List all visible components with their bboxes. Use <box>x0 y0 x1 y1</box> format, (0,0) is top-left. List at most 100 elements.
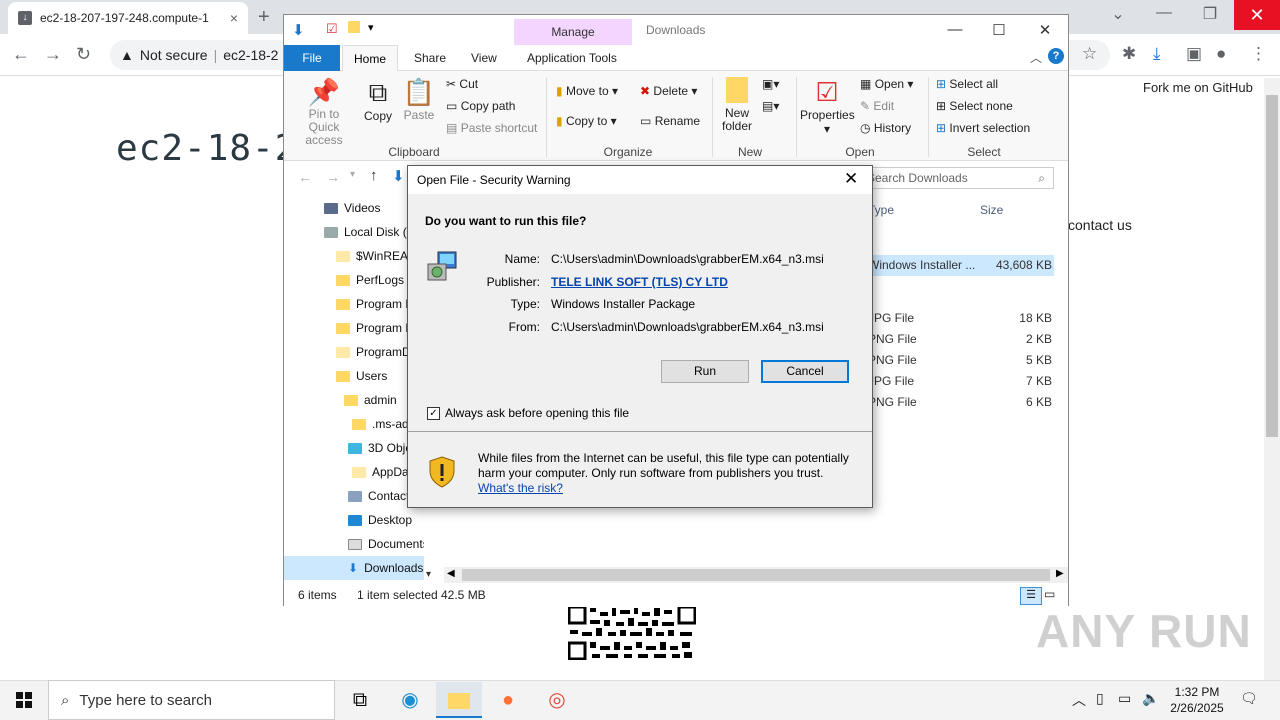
tab-share[interactable]: Share <box>414 51 446 65</box>
close-browser-button[interactable]: ✕ <box>1234 0 1280 30</box>
delete-button[interactable]: ✖ Delete ▾ <box>640 84 697 98</box>
tree-item-downloads[interactable]: ⬇ Downloads <box>284 556 424 580</box>
always-ask-checkbox[interactable]: ✓ Always ask before opening this file <box>427 406 629 420</box>
tree-item-program-files[interactable]: Program Files <box>284 292 424 316</box>
tray-device-icon[interactable]: ▯ <box>1096 690 1104 707</box>
ribbon-collapse-icon[interactable]: ︿ <box>1030 49 1042 66</box>
clock[interactable]: 1:32 PM 2/26/2025 <box>1162 684 1232 716</box>
notifications-icon[interactable]: 🗨 <box>1240 690 1258 707</box>
tab-file[interactable]: File <box>284 45 340 71</box>
tab-application-tools[interactable]: Application Tools <box>527 51 617 65</box>
whats-the-risk-link[interactable]: What's the risk? <box>478 481 563 495</box>
taskbar-search-box[interactable]: ⌕ Type here to search <box>48 680 335 720</box>
file-row[interactable]: PNG File 6 KB <box>864 392 1054 413</box>
bookmark-star-icon[interactable]: ☆ <box>1082 44 1097 64</box>
tree-item-local-disk[interactable]: Local Disk (C:) <box>284 220 424 244</box>
open-button[interactable]: ▦ Open ▾ <box>860 77 913 91</box>
rename-button[interactable]: ▭ Rename <box>640 114 700 128</box>
explorer-maximize-button[interactable]: ☐ <box>976 21 1022 39</box>
tab-home[interactable]: Home <box>342 45 398 72</box>
warning-icon[interactable]: ▲ <box>120 47 134 63</box>
edit-button[interactable]: ✎ Edit <box>860 99 894 113</box>
file-explorer-taskbar-icon[interactable] <box>436 682 482 718</box>
new-folder-button[interactable]: New folder <box>718 77 756 133</box>
file-row[interactable]: PNG File 2 KB <box>864 329 1054 350</box>
help-icon[interactable]: ? <box>1048 48 1064 64</box>
copy-to-button[interactable]: ▮ Copy to ▾ <box>556 114 617 128</box>
cut-button[interactable]: ✂ Cut <box>446 77 478 91</box>
details-view-icon[interactable]: ☰ <box>1020 587 1042 605</box>
firefox-icon[interactable]: ● <box>485 682 531 718</box>
tab-view[interactable]: View <box>471 51 497 65</box>
tree-item-program-files-x86[interactable]: Program Files (x86) <box>284 316 424 340</box>
large-icons-view-icon[interactable]: ▭ <box>1044 587 1055 601</box>
tree-item-programdata[interactable]: ProgramData <box>284 340 424 364</box>
horizontal-scrollbar-thumb[interactable] <box>462 569 1050 581</box>
run-button[interactable]: Run <box>661 360 749 383</box>
edge-icon[interactable]: ◉ <box>387 682 433 718</box>
task-view-icon[interactable]: ⧉ <box>337 682 383 718</box>
tree-item-contacts[interactable]: Contacts <box>284 484 424 508</box>
reload-icon[interactable]: ↻ <box>76 44 91 65</box>
windows-start-icon[interactable] <box>0 680 48 720</box>
minimize-button[interactable]: — <box>1141 4 1187 22</box>
tree-item-winreagent[interactable]: $WinREAgent <box>284 244 424 268</box>
new-tab-button[interactable]: + <box>258 6 270 29</box>
contact-link[interactable]: contact us <box>1068 217 1132 233</box>
quick-access-dropdown-icon[interactable]: ▾ <box>368 21 374 34</box>
file-row[interactable]: Windows Installer ... 43,608 KB <box>864 255 1054 276</box>
restore-button[interactable]: ❐ <box>1187 4 1233 24</box>
folder-quick-icon[interactable] <box>348 21 360 33</box>
paste-shortcut-button[interactable]: ▤ Paste shortcut <box>446 121 537 135</box>
tree-item-perflogs[interactable]: PerfLogs <box>284 268 424 292</box>
select-none-button[interactable]: ⊞ Select none <box>936 99 1013 113</box>
tree-item-desktop[interactable]: Desktop <box>284 508 424 532</box>
explorer-close-button[interactable]: ✕ <box>1022 21 1068 39</box>
tab-search-icon[interactable]: ⌄ <box>1095 4 1141 24</box>
dialog-close-icon[interactable]: ✕ <box>844 169 858 189</box>
volume-icon[interactable]: 🔈 <box>1142 690 1159 707</box>
explorer-forward-icon[interactable]: → <box>326 169 340 185</box>
up-icon[interactable]: ↑ <box>370 167 378 184</box>
manage-tab[interactable]: Manage <box>514 19 632 43</box>
explorer-search-input[interactable]: Search Downloads ⌕ <box>858 167 1054 189</box>
pin-quick-access-button[interactable]: 📌 Pin to Quick access <box>292 77 356 147</box>
publisher-link[interactable]: TELE LINK SOFT (TLS) CY LTD <box>551 275 728 289</box>
file-row[interactable]: PNG File 5 KB <box>864 350 1054 371</box>
profile-icon[interactable]: ● <box>1216 44 1226 64</box>
side-panel-icon[interactable]: ▣ <box>1186 44 1202 64</box>
explorer-back-icon[interactable]: ← <box>298 169 312 185</box>
tree-item-admin[interactable]: admin <box>284 388 424 412</box>
invert-selection-button[interactable]: ⊞ Invert selection <box>936 121 1030 135</box>
new-item-icon[interactable]: ▣▾ <box>762 77 779 91</box>
paste-button[interactable]: 📋 Paste <box>402 77 436 122</box>
cancel-button[interactable]: Cancel <box>761 360 849 383</box>
chrome-icon[interactable]: ◎ <box>534 682 580 718</box>
properties-quick-icon[interactable]: ☑ <box>326 21 338 37</box>
properties-button[interactable]: ☑ Properties ▾ <box>800 77 855 136</box>
history-button[interactable]: ◷ History <box>860 121 911 135</box>
downloads-icon[interactable]: ⤓ <box>1153 44 1161 64</box>
tree-item-documents[interactable]: Documents <box>284 532 424 556</box>
file-row[interactable]: JPG File 7 KB <box>864 371 1054 392</box>
explorer-minimize-button[interactable]: — <box>932 21 978 38</box>
copy-path-button[interactable]: ▭ Copy path <box>446 99 515 113</box>
easy-access-icon[interactable]: ▤▾ <box>762 99 779 113</box>
select-all-button[interactable]: ⊞ Select all <box>936 77 998 91</box>
github-link[interactable]: Fork me on GitHub <box>1143 80 1253 95</box>
tab-close-icon[interactable]: × <box>230 10 238 26</box>
network-icon[interactable]: ▭ <box>1118 690 1131 707</box>
tree-item-3d-objects[interactable]: 3D Objects <box>284 436 424 460</box>
tree-item-users[interactable]: Users <box>284 364 424 388</box>
nav-scroll-down-icon[interactable]: ▾ <box>426 569 431 580</box>
recent-dropdown-icon[interactable]: ▾ <box>350 169 355 180</box>
forward-icon[interactable]: → <box>44 44 62 65</box>
copy-button[interactable]: ⧉ Copy <box>362 77 394 123</box>
back-icon[interactable]: ← <box>12 44 30 65</box>
tree-item-appdata[interactable]: AppData <box>284 460 424 484</box>
tree-item-videos[interactable]: Videos <box>284 196 424 220</box>
scroll-left-icon[interactable]: ◀ <box>447 568 455 579</box>
menu-icon[interactable]: ⋮ <box>1250 44 1267 64</box>
checkbox-checked-icon[interactable]: ✓ <box>427 406 440 420</box>
column-size[interactable]: Size <box>980 203 1003 217</box>
